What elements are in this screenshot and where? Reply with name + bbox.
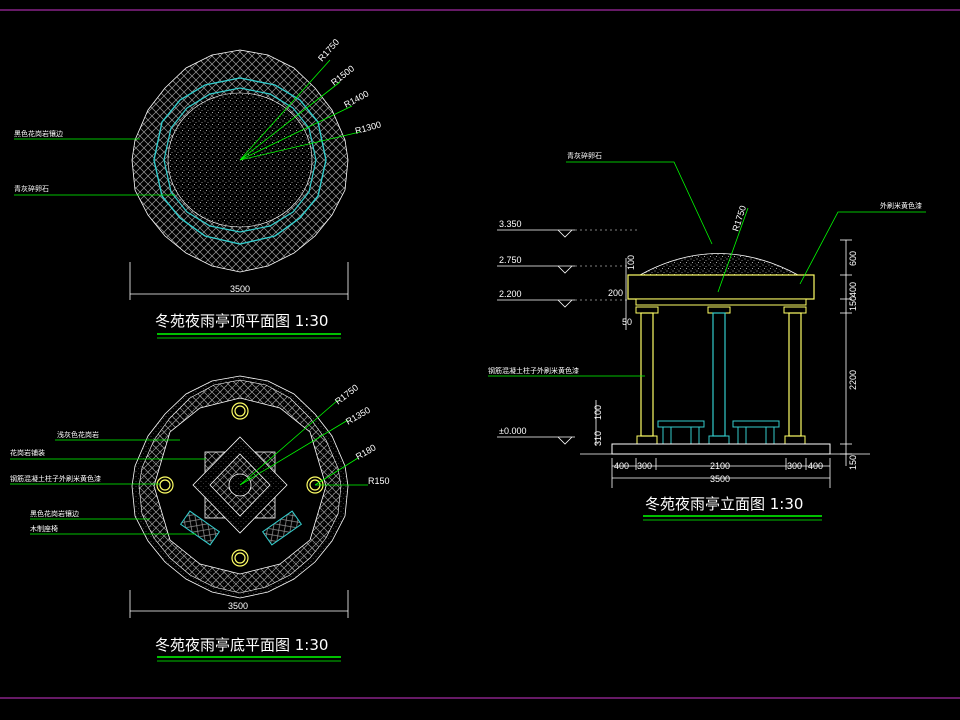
base-label-column: 钢筋混凝土柱子外刷米黄色漆 <box>10 474 101 483</box>
roof-label-border: 黑色花岗岩镶边 <box>14 129 63 138</box>
level-2: 2.750 <box>499 255 522 265</box>
bottom-dim-2: 300 <box>637 461 652 471</box>
right-dim-4: 2200 <box>848 370 858 390</box>
level-1: 3.350 <box>499 219 522 229</box>
elevation-radius: R1750 <box>730 204 748 232</box>
elevation-roof-slab <box>627 274 815 300</box>
base-plan: R1750 R1350 R180 R150 浅灰色花岗岩 花岗岩铺装 钢筋混凝土… <box>10 375 390 662</box>
base-width-dim: 3500 <box>228 601 248 611</box>
left-dim-1: 100 <box>626 255 636 270</box>
base-radius-4: R150 <box>368 476 390 486</box>
level-3: 2.200 <box>499 289 522 299</box>
elevation-column-left <box>640 312 654 437</box>
roof-radius-1: R1750 <box>316 37 341 63</box>
elevation-roof-dome <box>639 253 799 276</box>
base-label-granite: 浅灰色花岗岩 <box>57 430 99 439</box>
bottom-dim-1: 400 <box>614 461 629 471</box>
elevation-label-paint: 外刷米黄色漆 <box>880 201 922 210</box>
elevation-label-gravel: 青灰碎卵石 <box>567 151 602 160</box>
base-label-border: 黑色花岗岩镶边 <box>30 509 79 518</box>
roof-radius-3: R1400 <box>342 88 370 109</box>
right-dim-5: 150 <box>848 455 858 470</box>
right-dim-3: 400 <box>848 282 858 297</box>
left-dim-5: 100 <box>593 405 603 420</box>
left-dim-2: 200 <box>608 288 623 298</box>
elevation-title: 冬苑夜雨亭立面图 1:30 <box>645 495 803 513</box>
roof-radius-4: R1300 <box>354 119 382 136</box>
bottom-dim-3: 2100 <box>710 461 730 471</box>
left-dim-4: 310 <box>593 431 603 446</box>
base-label-paving: 花岗岩铺装 <box>10 448 45 457</box>
roof-radius-2: R1500 <box>329 63 356 87</box>
elevation-label-column: 钢筋混凝土柱子外刷米黄色漆 <box>488 366 579 375</box>
left-dim-3: 50 <box>622 317 632 327</box>
base-radius-3: R180 <box>354 442 378 461</box>
elevation-column-center <box>712 312 726 437</box>
base-radius-1: R1750 <box>333 382 360 406</box>
roof-width-dim: 3500 <box>230 284 250 294</box>
level-4: ±0.000 <box>499 426 526 436</box>
right-dim-1: 600 <box>848 251 858 266</box>
elevation-total-dim: 3500 <box>710 474 730 484</box>
bottom-dim-5: 400 <box>808 461 823 471</box>
bottom-dim-4: 300 <box>787 461 802 471</box>
elevation-benches <box>657 420 780 445</box>
roof-plan: R1750 R1500 R1400 R1300 黑色花岗岩镶边 青灰碎卵石 35… <box>14 37 382 339</box>
roof-label-gravel: 青灰碎卵石 <box>14 184 49 193</box>
roof-plan-title: 冬苑夜雨亭顶平面图 1:30 <box>155 312 328 330</box>
elevation: R1750 3.350 2.750 2.200 ±0.000 青灰碎卵石 外刷米… <box>488 151 926 521</box>
base-radius-2: R1350 <box>344 405 372 427</box>
base-label-bench: 木制座椅 <box>30 524 58 533</box>
cad-drawing: R1750 R1500 R1400 R1300 黑色花岗岩镶边 青灰碎卵石 35… <box>0 9 960 699</box>
elevation-platform <box>611 443 831 455</box>
base-plan-title: 冬苑夜雨亭底平面图 1:30 <box>155 636 328 654</box>
right-dim-2: 150 <box>848 296 858 311</box>
elevation-column-right <box>788 312 802 437</box>
